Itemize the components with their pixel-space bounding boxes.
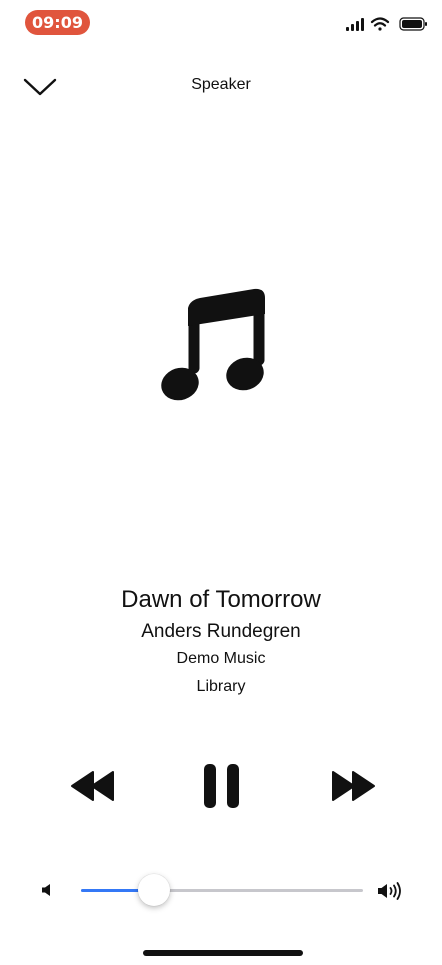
home-indicator[interactable] (143, 950, 303, 956)
battery-icon (399, 17, 427, 31)
pause-icon (204, 764, 239, 808)
rewind-button[interactable] (70, 760, 116, 812)
wifi-icon (370, 17, 390, 31)
cellular-signal-icon (346, 18, 364, 31)
status-bar: 09:09 (0, 0, 442, 44)
page-title: Speaker (191, 76, 251, 93)
track-title: Dawn of Tomorrow (121, 586, 321, 613)
fast-forward-icon (332, 771, 375, 801)
track-artist: Anders Rundegren (141, 621, 301, 642)
fast-forward-button[interactable] (330, 760, 376, 812)
volume-high-icon (376, 880, 406, 902)
pause-button[interactable] (199, 760, 245, 812)
track-info: Dawn of Tomorrow Anders Rundegren Demo M… (0, 584, 442, 698)
album-artwork (160, 286, 270, 406)
volume-slider-thumb[interactable] (138, 874, 171, 906)
music-note-icon (161, 288, 265, 401)
status-icons (346, 16, 428, 32)
status-time: 09:09 (25, 10, 90, 35)
player-header: Speaker (0, 66, 442, 106)
playback-controls (0, 760, 442, 812)
volume-control (0, 870, 442, 910)
track-album: Demo Music (176, 650, 266, 667)
volume-slider[interactable] (81, 874, 363, 906)
track-source: Library (196, 678, 246, 695)
rewind-icon (71, 771, 114, 801)
volume-low-icon (40, 882, 54, 898)
